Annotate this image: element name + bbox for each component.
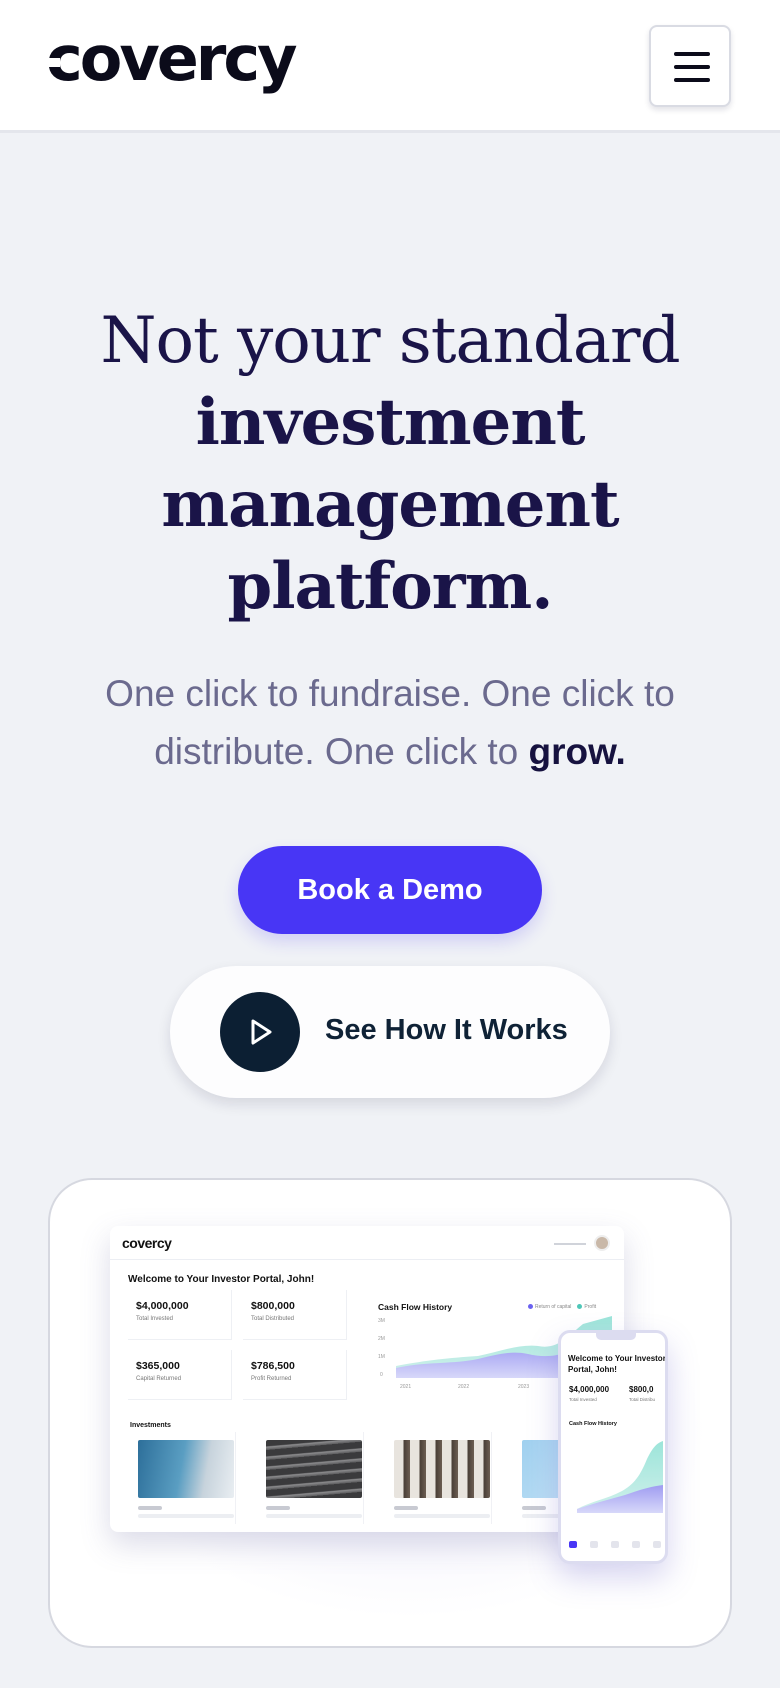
phone-cash-flow-chart: [577, 1441, 663, 1513]
dashboard-search-line: [554, 1243, 586, 1245]
hero-heading-line4: platform.: [227, 549, 553, 624]
investments-title: Investments: [130, 1422, 171, 1429]
see-how-label: See How It Works: [325, 1014, 568, 1046]
dashboard-welcome: Welcome to Your Investor Portal, John!: [128, 1274, 315, 1285]
building-image: [138, 1440, 234, 1498]
stat-label: Capital Returned: [136, 1376, 182, 1382]
hero-heading-line3: management: [161, 467, 619, 542]
stat-profit-returned: $786,500 Profit Returned: [243, 1350, 347, 1400]
nav-icon: [611, 1541, 619, 1548]
building-image: [394, 1440, 490, 1498]
phone-welcome: Welcome to Your Investor Portal, John!: [568, 1354, 666, 1374]
investment-card: [258, 1432, 364, 1524]
hero-subtitle-line1: One click to fundraise. One click to: [105, 673, 675, 714]
stat-label: Total Distributed: [251, 1316, 295, 1322]
hero-heading-line2: investment: [195, 385, 586, 460]
stat-value: $4,000,000: [136, 1300, 189, 1312]
investment-card: [130, 1432, 236, 1524]
placeholder-bar: [138, 1514, 234, 1518]
stat-value: $365,000: [136, 1360, 180, 1372]
y-tick: 0: [380, 1372, 383, 1378]
dashboard-topbar: covercy: [110, 1226, 624, 1260]
nav-icon: [590, 1541, 598, 1548]
stat-total-invested: $4,000,000 Total Invested: [128, 1290, 232, 1340]
dashboard-logo: covercy: [122, 1235, 172, 1251]
y-tick: 3M: [378, 1318, 385, 1324]
legend-item: Profit: [577, 1304, 596, 1310]
hero-heading-line1: Not your standard: [100, 304, 680, 378]
logo-text: covercy: [44, 22, 298, 95]
menu-bar-middle: [674, 65, 710, 69]
placeholder-bar: [394, 1506, 418, 1510]
phone-notch: [596, 1333, 636, 1340]
hamburger-menu-button[interactable]: [649, 25, 731, 107]
cash-flow-title: Cash Flow History: [378, 1302, 453, 1312]
cash-flow-legend: Return of capital Profit: [528, 1304, 596, 1310]
phone-cash-flow-title: Cash Flow History: [569, 1421, 617, 1427]
stat-total-distributed: $800,000 Total Distributed: [243, 1290, 347, 1340]
legend-return-capital: Return of capital: [535, 1304, 572, 1310]
y-tick: 2M: [378, 1336, 385, 1342]
stat-value: $786,500: [251, 1360, 295, 1372]
phone-stat-label: Total Invested: [569, 1397, 597, 1402]
placeholder-bar: [266, 1514, 362, 1518]
hero-subtitle-emphasis: grow.: [528, 731, 626, 772]
hero-heading: Not your standard investment management …: [40, 300, 740, 628]
legend-profit: Profit: [584, 1304, 597, 1310]
avatar: [594, 1235, 610, 1251]
product-preview-card: covercy Welcome to Your Investor Portal,…: [48, 1178, 732, 1648]
placeholder-bar: [522, 1506, 546, 1510]
book-demo-label: Book a Demo: [297, 873, 483, 906]
hamburger-menu-icon: [674, 52, 710, 56]
see-how-it-works-button[interactable]: See How It Works: [170, 966, 610, 1098]
phone-bottom-nav: [569, 1541, 661, 1549]
stat-value: $800,000: [251, 1300, 295, 1312]
placeholder-bar: [266, 1506, 290, 1510]
x-tick: 2023: [518, 1384, 529, 1390]
x-tick: 2022: [458, 1384, 469, 1390]
building-image: [266, 1440, 362, 1498]
phone-stat-value: $800,0: [629, 1385, 654, 1394]
placeholder-bar: [138, 1506, 162, 1510]
covercy-logo[interactable]: covercy: [44, 22, 298, 95]
placeholder-bar: [394, 1514, 490, 1518]
hero-subtitle: One click to fundraise. One click to dis…: [70, 665, 710, 781]
phone-stat-label: Total Distribu: [629, 1397, 656, 1402]
investment-card: [386, 1432, 492, 1524]
desktop-dashboard-mockup: covercy Welcome to Your Investor Portal,…: [110, 1226, 624, 1532]
stat-capital-returned: $365,000 Capital Returned: [128, 1350, 232, 1400]
legend-item: Return of capital: [528, 1304, 571, 1310]
nav-icon: [653, 1541, 661, 1548]
hero-subtitle-line2: distribute. One click to: [154, 731, 529, 772]
nav-home-icon: [569, 1541, 577, 1548]
mobile-dashboard-mockup: Welcome to Your Investor Portal, John! $…: [558, 1330, 668, 1564]
y-tick: 1M: [378, 1354, 385, 1360]
book-demo-button[interactable]: Book a Demo: [238, 846, 542, 934]
menu-bar-bottom: [674, 78, 710, 82]
top-navigation-bar: covercy: [0, 0, 780, 133]
nav-icon: [632, 1541, 640, 1548]
phone-capital-area: [577, 1485, 663, 1513]
play-icon: [220, 992, 300, 1072]
phone-stat-value: $4,000,000: [569, 1385, 610, 1394]
play-triangle-icon: [251, 1019, 272, 1045]
x-tick: 2021: [400, 1384, 411, 1390]
stat-label: Total Invested: [136, 1316, 174, 1322]
stat-label: Profit Returned: [251, 1376, 292, 1382]
